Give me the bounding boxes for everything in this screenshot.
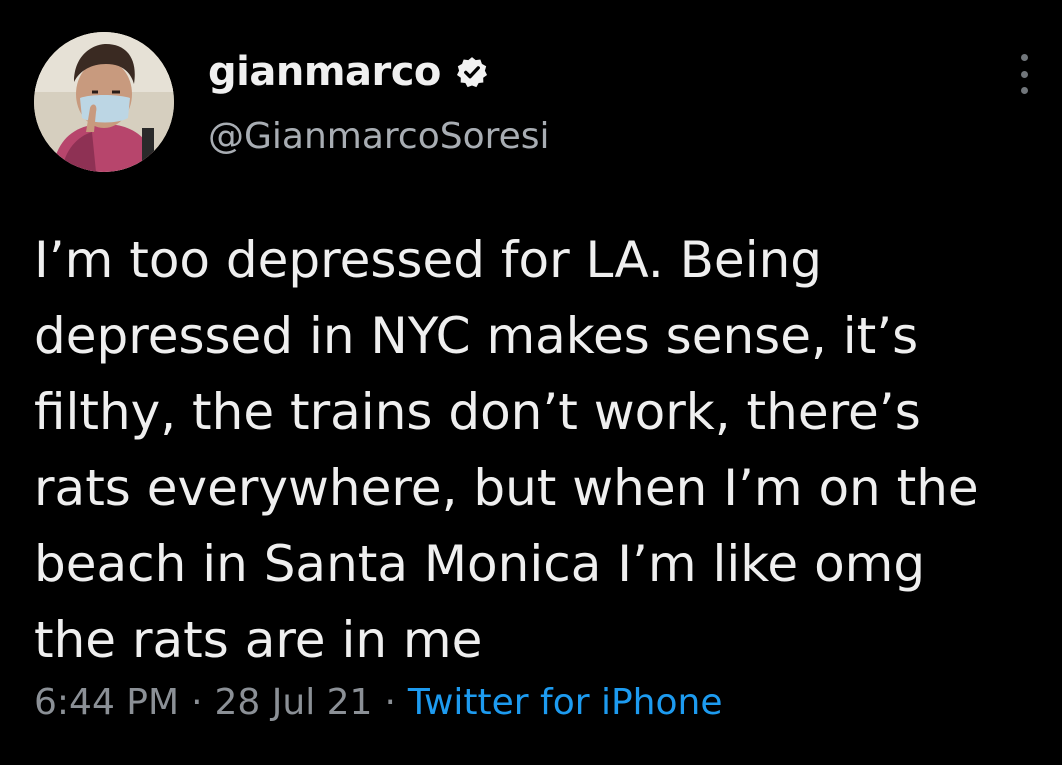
author-handle[interactable]: @GianmarcoSoresi (208, 116, 550, 157)
tweet-text: I’m too depressed for LA. Being depresse… (34, 222, 1044, 678)
tweet-line: beach in Santa Monica I’m like omg (34, 535, 926, 593)
tweet-line: rats everywhere, but when I’m on the (34, 459, 979, 517)
tweet-card: gianmarco @GianmarcoSoresi I’m too depre… (0, 0, 1062, 765)
more-vertical-icon[interactable] (1012, 54, 1036, 94)
tweet-meta: 6:44 PM · 28 Jul 21 · Twitter for iPhone (34, 682, 722, 723)
avatar-photo (34, 32, 174, 172)
meta-separator: · (191, 682, 203, 723)
tweet-line: depressed in NYC makes sense, it’s (34, 307, 919, 365)
tweet-line: filthy, the trains don’t work, there’s (34, 383, 921, 441)
tweet-line: the rats are in me (34, 611, 483, 669)
tweet-date[interactable]: 28 Jul 21 (215, 682, 373, 723)
tweet-time[interactable]: 6:44 PM (34, 682, 179, 723)
meta-separator: · (384, 682, 396, 723)
display-name[interactable]: gianmarco (208, 49, 441, 95)
tweet-line: I’m too depressed for LA. Being (34, 231, 823, 289)
avatar[interactable] (34, 32, 174, 172)
author-name-row: gianmarco (208, 46, 489, 98)
tweet-source-link[interactable]: Twitter for iPhone (408, 682, 723, 723)
verified-badge-icon (455, 55, 489, 89)
